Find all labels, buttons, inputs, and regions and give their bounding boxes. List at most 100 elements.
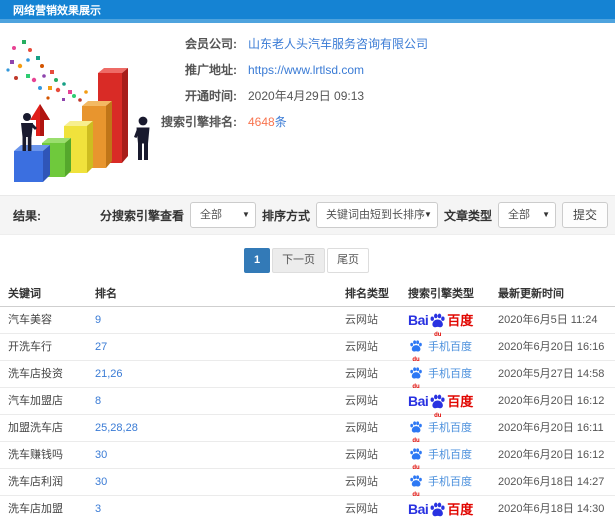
open-time-label: 开通时间: [185,89,237,103]
rank-cell[interactable]: 21,26 [95,361,123,388]
rank-cell[interactable]: 25,28,28 [95,415,138,442]
engine-rank-label: 搜索引擎排名: [161,115,237,129]
bar-blue [14,145,50,182]
table-row: 开洗车行 27 云网站 du 手机百度 2020年6月20日 16:16 [0,334,615,363]
mobile-baidu-label: 手机百度 [428,422,472,434]
updated-cell: 2020年6月20日 16:12 [498,395,605,407]
keyword-cell: 汽车加盟店 [8,395,63,407]
chevron-down-icon: ▼ [242,210,250,219]
mobile-baidu-label: 手机百度 [428,341,472,353]
mobile-baidu-label: 手机百度 [428,368,472,380]
baidu-logo-text: Bai [408,393,429,409]
mobile-baidu-paw-icon: du [409,442,423,471]
rank-type-cell: 云网站 [345,422,378,434]
sort-value: 关键词由短到长排序 [325,209,425,221]
page-1-button[interactable]: 1 [243,248,271,273]
submit-button[interactable]: 提交 [561,202,608,228]
open-time-row: 开通时间: 2020年4月29日 09:13 [0,88,615,114]
chevron-down-icon: ▼ [542,210,550,219]
baidu-logo-text: Bai [408,312,429,328]
member-company-link[interactable]: 山东老人头汽车服务咨询有限公司 [248,36,428,53]
filter-group: 分搜索引擎查看 全部 ▼ 排序方式 关键词由短到长排序 ▼ 文章类型 全部 ▼ … [100,202,608,228]
baidu-paw-icon: du [429,390,446,419]
baidu-logo: Baidu百度 [408,496,473,520]
member-info-panel: 会员公司: 山东老人头汽车服务咨询有限公司 推广地址: https://www.… [0,36,615,140]
last-page-button[interactable]: 尾页 [327,248,370,273]
table-row: 加盟洗车店 25,28,28 云网站 du 手机百度 2020年6月20日 16:11 [0,415,615,444]
engine-filter-select[interactable]: 全部 ▼ [189,202,256,228]
article-type-label: 文章类型 [443,208,492,223]
updated-cell: 2020年6月5日 11:24 [498,314,598,326]
rank-type-cell: 云网站 [345,395,378,407]
rank-type-cell: 云网站 [345,476,378,488]
mobile-baidu-label: 手机百度 [428,476,472,488]
page-title: 网络营销效果展示 [13,5,101,17]
mobile-baidu-logo: du 手机百度 [408,442,472,471]
result-label: 结果: [13,208,41,223]
updated-cell: 2020年5月27日 14:58 [498,368,605,380]
keyword-ranking-table: 关键词 排名 排名类型 搜索引擎类型 最新更新时间 汽车美容 9 云网站 Bai du 百… [0,283,615,520]
column-header-rank-type: 排名类型 [345,288,389,300]
baidu-logo: Baidu百度 [408,388,474,419]
keyword-cell: 加盟洗车店 [8,422,63,434]
table-row: 洗车赚钱吗 30 云网站 du 手机百度 2020年6月20日 16:12 [0,442,615,471]
promo-url-link[interactable]: https://www.lrtlsd.com [248,62,364,79]
baidu-logo-text: 百度 [447,394,474,409]
promo-url-label: 推广地址: [185,63,237,77]
article-type-select[interactable]: 全部 ▼ [497,202,556,228]
mobile-baidu-paw-icon: du [409,361,423,390]
updated-cell: 2020年6月20日 16:16 [498,341,605,353]
engine-filter-label: 分搜索引擎查看 [99,208,184,223]
page-header: 网络营销效果展示 [0,0,615,23]
keyword-cell: 洗车赚钱吗 [8,449,63,461]
baidu-paw-icon: du [429,309,446,338]
keyword-cell: 洗车店投资 [8,368,63,380]
keyword-cell: 汽车美容 [8,314,52,326]
rank-cell[interactable]: 30 [95,442,107,469]
updated-cell: 2020年6月18日 14:30 [498,503,605,515]
table-body: 汽车美容 9 云网站 Bai du 百度 2020年6月5日 11:24 开洗车行 27 云网站 d… [0,307,615,520]
sort-select[interactable]: 关键词由短到长排序 ▼ [315,202,438,228]
engine-filter-value: 全部 [199,209,222,221]
rank-type-cell: 云网站 [345,314,378,326]
rank-type-cell: 云网站 [345,368,378,380]
table-header-row: 关键词 排名 排名类型 搜索引擎类型 最新更新时间 [0,283,615,307]
table-row: 汽车美容 9 云网站 Bai du 百度 2020年6月5日 11:24 [0,307,615,338]
member-company-label: 会员公司: [185,37,237,51]
rank-type-cell: 云网站 [345,503,378,515]
mobile-baidu-logo: du 手机百度 [408,361,472,390]
filter-bar: 结果: 分搜索引擎查看 全部 ▼ 排序方式 关键词由短到长排序 ▼ 文章类型 全… [0,195,615,235]
keyword-cell: 开洗车行 [8,341,52,353]
baidu-paw-icon: du [429,498,446,520]
rank-cell[interactable]: 8 [95,388,101,415]
column-header-updated: 最新更新时间 [498,288,564,300]
baidu-logo-text: 百度 [447,313,474,328]
engine-rank-value: 4648条 [248,114,287,131]
table-row: 洗车店加盟 3 云网站 Baidu百度 2020年6月18日 14:30 [0,496,615,520]
chevron-down-icon: ▼ [424,210,432,219]
updated-cell: 2020年6月20日 16:11 [498,422,604,434]
marketing-results-page: 网络营销效果展示 会员公司: 山东老人头汽车服务咨询有限公司 推广地址: htt… [0,0,615,520]
column-header-keyword: 关键词 [8,288,41,300]
column-header-rank: 排名 [95,288,117,300]
engine-rank-count: 4648 [248,115,275,129]
rank-cell[interactable]: 9 [95,307,101,334]
article-type-value: 全部 [507,209,530,221]
baidu-logo: Baidu百度 [408,307,474,338]
member-company-row: 会员公司: 山东老人头汽车服务咨询有限公司 [0,36,615,62]
rank-type-cell: 云网站 [345,449,378,461]
rank-cell[interactable]: 3 [95,496,101,520]
mobile-baidu-logo: du 手机百度 [408,334,472,363]
baidu-logo-text: 百度 [447,502,474,517]
rank-cell[interactable]: 27 [95,334,107,361]
keyword-cell: 洗车店加盟 [8,503,63,515]
updated-cell: 2020年6月20日 16:12 [498,449,605,461]
open-time-value: 2020年4月29日 09:13 [248,89,365,103]
next-page-button[interactable]: 下一页 [272,248,326,273]
engine-rank-row: 搜索引擎排名: 4648条 [0,114,615,140]
mobile-baidu-logo: du 手机百度 [408,469,472,498]
baidu-logo-text: Bai [408,501,429,517]
updated-cell: 2020年6月18日 14:27 [498,476,605,488]
mobile-baidu-paw-icon: du [409,415,423,444]
rank-cell[interactable]: 30 [95,469,107,496]
